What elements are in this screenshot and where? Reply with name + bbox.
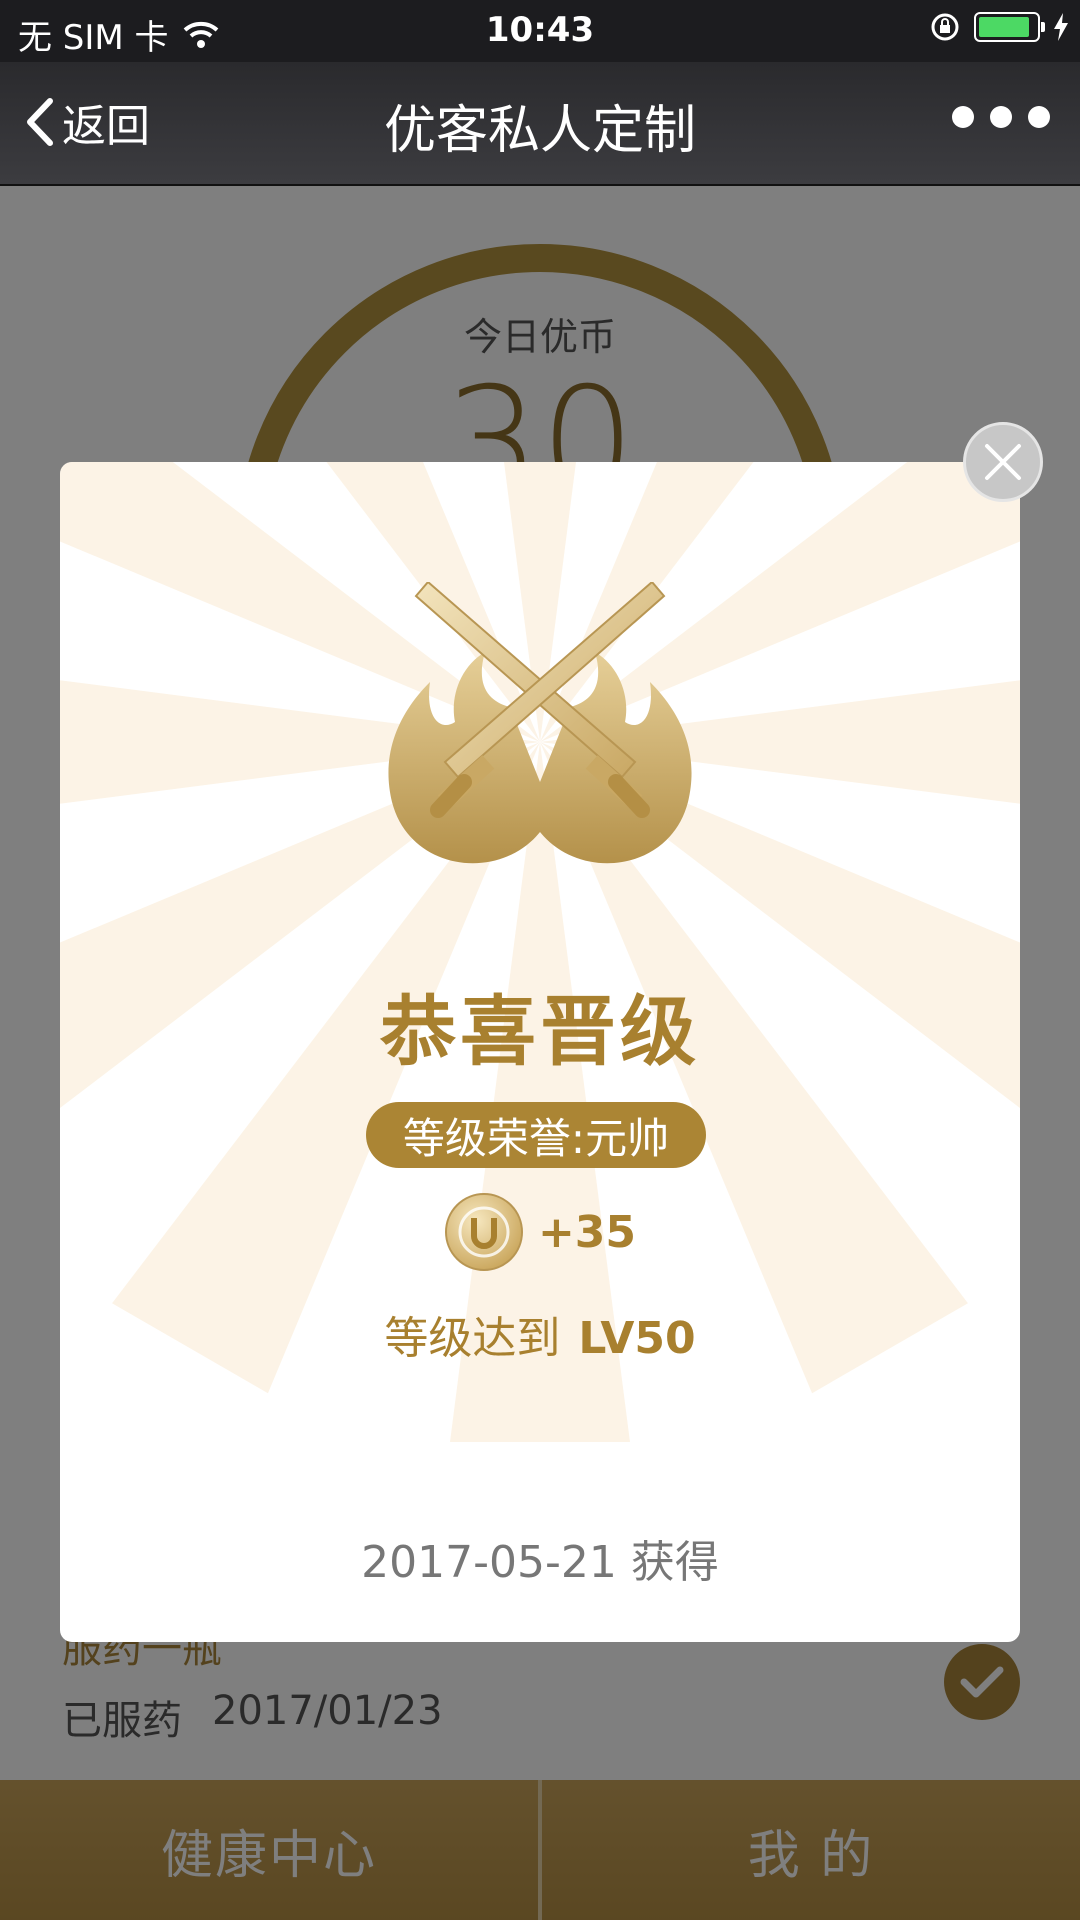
level-prefix: 等级达到: [384, 1313, 561, 1364]
more-dots-icon[interactable]: [952, 106, 1050, 128]
dialog-title: 恭喜晋级: [380, 987, 700, 1076]
level-up-dialog: 恭喜晋级 等级荣誉:元帅 +35 等级达到 LV50 2017-05-21 获得: [60, 462, 1020, 1642]
obtained-date: 2017-05-21 获得: [361, 1537, 719, 1588]
level-value: LV50: [578, 1313, 696, 1364]
honor-badge: 等级荣誉:元帅: [366, 1102, 706, 1168]
battery-fill: [979, 17, 1030, 37]
reward-value: +35: [537, 1206, 637, 1258]
close-button[interactable]: [963, 422, 1043, 502]
status-right: [930, 12, 1068, 42]
orientation-lock-icon: [931, 13, 959, 41]
level-line: 等级达到 LV50: [60, 1302, 1020, 1366]
more-dot: [1028, 106, 1050, 128]
u-coin-icon: [444, 1193, 523, 1271]
more-dot: [990, 106, 1012, 128]
status-time: 10:43: [485, 10, 595, 50]
more-dot: [952, 106, 974, 128]
crossed-swords-badge-icon: [388, 582, 692, 864]
charging-bolt-icon: [1054, 13, 1068, 41]
page-title: 优客私人定制: [383, 101, 696, 161]
battery-icon: [974, 12, 1045, 42]
status-bar: 无 SIM 卡 10:43: [0, 0, 1080, 62]
close-icon: [985, 444, 1021, 480]
reward-row: +35: [60, 1192, 1020, 1272]
nav-bar: 返回 优客私人定制: [0, 62, 1080, 186]
